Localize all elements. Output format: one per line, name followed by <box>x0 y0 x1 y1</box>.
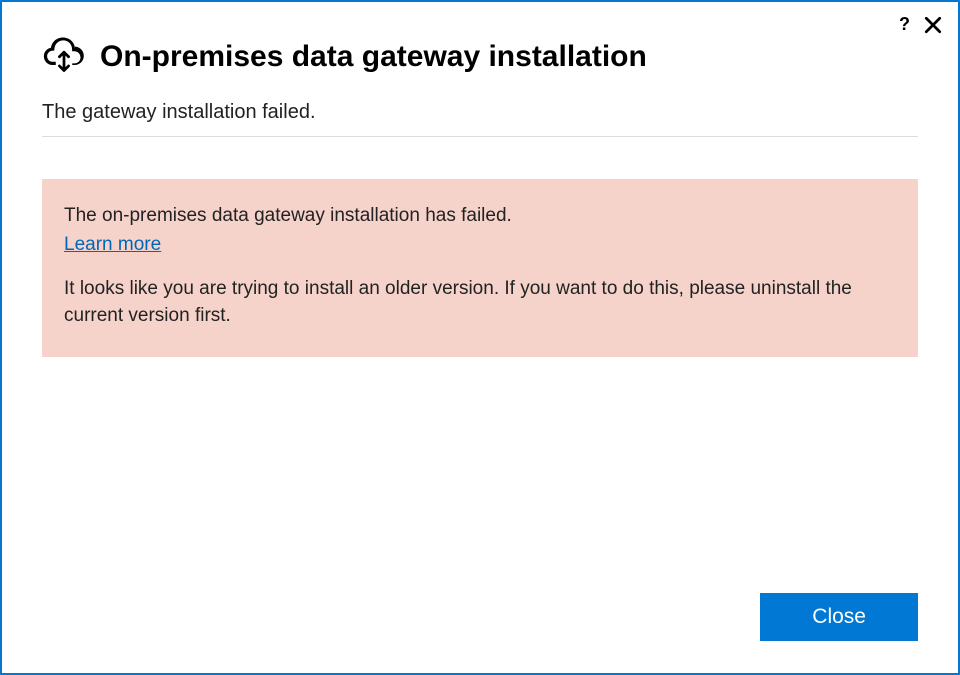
cloud-gateway-icon <box>42 32 86 81</box>
close-button[interactable]: Close <box>760 593 918 641</box>
installer-window: ? On-premises data gateway installation … <box>0 0 960 675</box>
dialog-footer: Close <box>2 593 958 673</box>
page-title: On-premises data gateway installation <box>100 40 647 74</box>
dialog-header: On-premises data gateway installation <box>2 2 958 101</box>
error-detail: It looks like you are trying to install … <box>64 276 896 329</box>
titlebar-controls: ? <box>895 12 944 37</box>
dialog-content: The gateway installation failed. The on-… <box>2 101 958 593</box>
close-icon[interactable] <box>922 14 944 36</box>
error-box: The on-premises data gateway installatio… <box>42 179 918 357</box>
error-title: The on-premises data gateway installatio… <box>64 203 896 230</box>
learn-more-link[interactable]: Learn more <box>64 234 161 255</box>
help-icon[interactable]: ? <box>895 12 914 37</box>
status-message: The gateway installation failed. <box>42 101 918 137</box>
